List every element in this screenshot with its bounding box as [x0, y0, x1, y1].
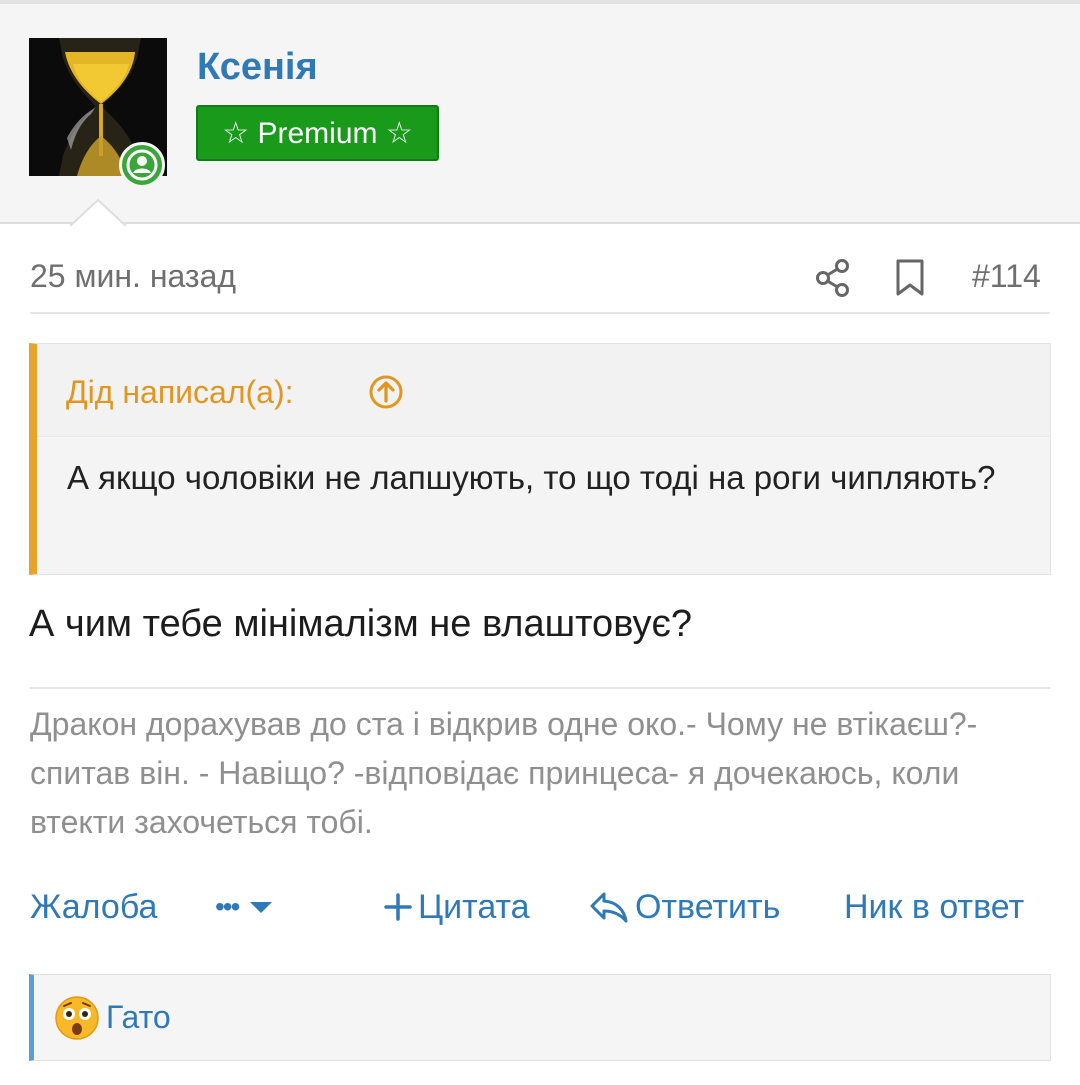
report-button[interactable]: Жалоба [30, 885, 157, 929]
more-label: ••• [215, 891, 240, 922]
post-time[interactable]: 25 мин. назад [30, 258, 236, 295]
post-number[interactable]: #114 [972, 258, 1041, 295]
signature: Дракон дорахував до ста і відкрив одне о… [30, 706, 978, 840]
reply-button[interactable]: Ответить [589, 885, 780, 929]
user-header: Ксенія ☆ Premium ☆ [0, 0, 1080, 224]
quote-author[interactable]: Дід написал(а): [66, 374, 293, 411]
report-label: Жалоба [30, 888, 158, 926]
quote-text: А якщо чоловіки не лапшують, то що тоді … [67, 459, 996, 496]
reactions-bar[interactable]: Гато [29, 974, 1051, 1061]
reply-label: Ответить [635, 888, 781, 926]
plus-icon [384, 893, 412, 921]
share-icon[interactable] [814, 258, 852, 298]
post-body: А чим тебе мінімалізм не влаштовує? [29, 603, 693, 645]
online-status-icon [119, 142, 165, 188]
username[interactable]: Ксенія [197, 46, 318, 89]
more-actions-button[interactable]: ••• [215, 885, 274, 929]
bookmark-icon[interactable] [893, 258, 927, 298]
header-pointer-arrow [70, 198, 126, 227]
arrow-up-circle-icon[interactable] [368, 374, 404, 410]
reply-arrow-icon [590, 892, 628, 923]
quote-label: Цитата [418, 888, 530, 926]
caret-down-icon [250, 902, 273, 913]
quote-button[interactable]: Цитата [383, 885, 530, 929]
signature-divider [30, 687, 1050, 689]
quote-block: Дід написал(а): А якщо чоловіки не лапшу… [29, 343, 1051, 575]
premium-badge: ☆ Premium ☆ [196, 105, 439, 161]
astonished-face-icon [55, 996, 99, 1040]
nick-reply-label: Ник в ответ [844, 888, 1025, 926]
meta-divider [30, 312, 1050, 314]
reaction-user[interactable]: Гато [106, 999, 171, 1036]
nick-reply-button[interactable]: Ник в ответ [844, 885, 1024, 929]
